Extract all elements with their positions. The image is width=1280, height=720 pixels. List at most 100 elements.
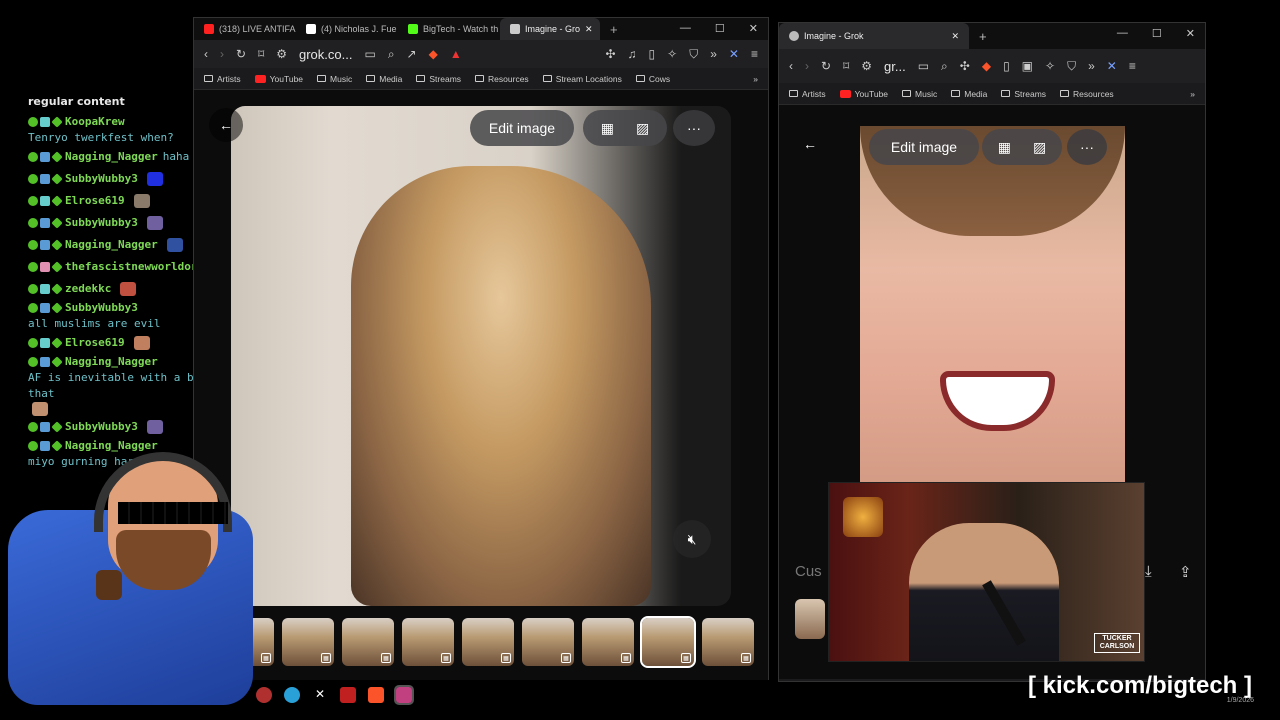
prompt-input[interactable]: Cus [795, 563, 822, 580]
x-app-icon[interactable]: ✕ [312, 687, 328, 703]
brave-icon[interactable] [368, 687, 384, 703]
active-app-icon[interactable] [394, 685, 414, 705]
bookmark-item[interactable]: Media [951, 89, 987, 99]
forward-icon[interactable]: › [220, 47, 224, 61]
brave-rewards-icon[interactable]: ▲ [450, 47, 462, 61]
image-icon[interactable]: ▨ [1033, 139, 1046, 156]
share-icon[interactable]: ⇪ [1179, 563, 1192, 581]
video-icon[interactable]: ▦ [998, 139, 1011, 156]
generated-image[interactable] [860, 126, 1125, 486]
bookmark-item[interactable]: Artists [204, 74, 241, 84]
video-thumbnail[interactable]: ▦ [582, 618, 634, 666]
bookmark-item[interactable]: Artists [789, 89, 826, 99]
chat-username[interactable]: SubbyWubby3 [65, 171, 138, 187]
brave-shield-icon[interactable]: ◆ [982, 59, 991, 73]
zoom-icon[interactable]: ⌕ [388, 47, 395, 62]
chat-username[interactable]: zedekkc [65, 281, 111, 297]
chat-username[interactable]: Nagging_Nagger [65, 149, 158, 165]
edit-image-button[interactable]: Edit image [470, 110, 574, 146]
reference-thumbnail[interactable] [795, 599, 825, 639]
zoom-icon[interactable]: ⌕ [941, 59, 948, 74]
overflow-icon[interactable]: » [710, 47, 717, 61]
x-extension-icon[interactable]: ✕ [729, 47, 739, 61]
url-field[interactable]: gr... [884, 59, 906, 74]
leo-icon[interactable]: ✧ [1045, 59, 1055, 73]
download-icon[interactable]: ⤓ [1145, 563, 1152, 580]
chat-username[interactable]: SubbyWubby3 [65, 300, 138, 316]
bookmark-item[interactable]: Music [902, 89, 937, 99]
sidebar-icon[interactable]: ▯ [1003, 59, 1010, 73]
bookmarks-overflow-icon[interactable]: » [753, 74, 758, 84]
site-settings-icon[interactable]: ⚙ [861, 59, 872, 73]
bookmark-item[interactable]: YouTube [254, 74, 303, 84]
image-icon[interactable]: ▨ [636, 120, 649, 137]
bookmark-item[interactable]: YouTube [839, 89, 888, 99]
x-extension-icon[interactable]: ✕ [1107, 59, 1117, 73]
maximize-icon[interactable]: ☐ [1152, 27, 1162, 40]
reload-icon[interactable]: ↻ [236, 47, 246, 61]
bookmark-item[interactable]: Music [317, 74, 352, 84]
back-button[interactable]: ← [793, 127, 827, 161]
minimize-icon[interactable]: — [680, 22, 691, 35]
chat-username[interactable]: SubbyWubby3 [65, 215, 138, 231]
voice-app-icon[interactable] [340, 687, 356, 703]
new-tab-button[interactable]: + [600, 18, 628, 40]
wallet-icon[interactable]: ▣ [1022, 59, 1033, 73]
bookmark-item[interactable]: Streams [1001, 89, 1046, 99]
maximize-icon[interactable]: ☐ [715, 22, 725, 35]
extensions-icon[interactable]: ✣ [605, 47, 615, 61]
bookmark-item[interactable]: Streams [416, 74, 461, 84]
bookmark-item[interactable]: Resources [1060, 89, 1114, 99]
back-icon[interactable]: ‹ [204, 47, 208, 61]
video-thumbnail[interactable]: ▦ [702, 618, 754, 666]
browser-tab[interactable]: BigTech - Watch th [398, 18, 500, 40]
chat-username[interactable]: Elrose619 [65, 335, 125, 351]
bookmark-icon[interactable]: ⌑ [843, 59, 849, 73]
obs-icon[interactable] [256, 687, 272, 703]
bookmark-item[interactable]: Stream Locations [542, 74, 622, 84]
share-icon[interactable]: ↗ [407, 47, 417, 61]
vpn-icon[interactable]: ⛉ [1067, 59, 1076, 74]
bookmarks-overflow-icon[interactable]: » [1190, 89, 1195, 99]
mute-icon[interactable]: 🔇︎ [673, 520, 711, 558]
extensions-icon[interactable]: ✣ [960, 59, 970, 73]
chat-username[interactable]: Nagging_Nagger [65, 354, 158, 370]
tab-imagine-grok[interactable]: Imagine - Grok ✕ [779, 23, 969, 49]
video-thumbnail[interactable]: ▦ [522, 618, 574, 666]
generated-video[interactable] [231, 106, 731, 606]
bookmark-item[interactable]: Media [366, 74, 402, 84]
close-icon[interactable]: ✕ [1186, 27, 1195, 40]
browser-tab[interactable]: (4) Nicholas J. Fue [296, 18, 398, 40]
chat-username[interactable]: KoopaKrew [65, 114, 125, 130]
overflow-icon[interactable]: » [1088, 59, 1095, 73]
chat-username[interactable]: Nagging_Nagger [65, 237, 158, 253]
tab-close-icon[interactable]: ✕ [951, 31, 959, 42]
video-thumbnail[interactable]: ▦ [402, 618, 454, 666]
video-thumbnail[interactable]: ▦ [462, 618, 514, 666]
video-thumbnail[interactable]: ▦ [640, 616, 696, 668]
new-tab-button[interactable]: + [969, 25, 997, 47]
leo-icon[interactable]: ✧ [667, 47, 677, 61]
forward-icon[interactable]: › [805, 59, 809, 73]
minimize-icon[interactable]: — [1117, 27, 1128, 40]
video-icon[interactable]: ▦ [601, 120, 614, 137]
chat-username[interactable]: Elrose619 [65, 193, 125, 209]
back-icon[interactable]: ‹ [789, 59, 793, 73]
browser-tab[interactable]: (318) LIVE ANTIFA [194, 18, 296, 40]
menu-icon[interactable]: ≡ [751, 47, 758, 61]
edit-image-button[interactable]: Edit image [869, 129, 979, 165]
sidebar-icon[interactable]: ▯ [649, 47, 656, 61]
video-thumbnail[interactable]: ▦ [342, 618, 394, 666]
video-thumbnail[interactable]: ▦ [282, 618, 334, 666]
bookmark-icon[interactable]: ⌑ [258, 47, 264, 61]
browser-tab[interactable]: Imagine - Gro ✕ [500, 18, 600, 40]
chat-username[interactable]: SubbyWubby3 [65, 419, 138, 435]
vpn-icon[interactable]: ⛉ [689, 47, 698, 62]
back-button[interactable]: ← [209, 108, 243, 142]
brave-shield-icon[interactable]: ◆ [429, 47, 438, 61]
bookmark-item[interactable]: Resources [475, 74, 529, 84]
more-options-button[interactable]: ··· [673, 110, 715, 146]
reload-icon[interactable]: ↻ [821, 59, 831, 73]
music-icon[interactable]: ♫ [628, 47, 637, 61]
site-settings-icon[interactable]: ⚙ [276, 47, 287, 61]
